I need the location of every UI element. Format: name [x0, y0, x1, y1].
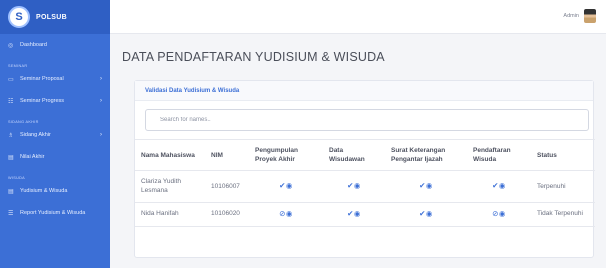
verify-view-icon[interactable]: ✔◉ [419, 181, 433, 190]
seminar-proposal-icon: ▭ [8, 76, 14, 83]
cell-data: ✔◉ [323, 170, 385, 203]
user-name: Admin [563, 13, 579, 19]
yudisium-wisuda-icon: ▤ [8, 188, 14, 195]
seminar-progress-icon: ☷ [8, 98, 14, 105]
sidebar-item-label: Sidang Akhir [20, 132, 51, 138]
cell-nama: Nida Hanifah [135, 202, 205, 227]
search-input[interactable] [145, 109, 589, 131]
sidang-akhir-icon: ♗ [8, 132, 14, 139]
cell-daftar: ✔◉ [467, 170, 531, 203]
validation-table: Nama Mahasiswa NIM Pengumpulan Proyek Ak… [135, 139, 595, 227]
col-surat: Surat Keterangan Pengantar Ijazah [385, 139, 467, 171]
chevron-right-icon: › [100, 132, 102, 138]
col-data-wisudawan: Data Wisudawan [323, 139, 385, 171]
col-nim: NIM [205, 139, 249, 171]
table-row: Nida Hanifah 10106020 ⊘◉ ✔◉ ✔◉ ⊘◉ Tidak Terpen… [135, 202, 595, 227]
cell-nama: Clariza Yudith Lesmana [135, 170, 205, 203]
sidebar-section-label: WISUDA [8, 176, 25, 180]
sidebar-item-label: Yudisium & Wisuda [20, 188, 68, 194]
verify-view-icon[interactable]: ✔◉ [347, 209, 361, 218]
cell-surat: ✔◉ [385, 170, 467, 203]
user-menu[interactable]: Admin [563, 9, 596, 23]
sidebar-item[interactable]: ☷ Seminar Progress › [0, 90, 110, 112]
cell-proyek: ⊘◉ [249, 202, 323, 227]
sidebar-menu: ◎ Dashboard SEMINAR ▭ Seminar Proposal › ☷ Semi… [0, 34, 110, 224]
card-title: Validasi Data Yudisium & Wisuda [135, 81, 593, 101]
nilai-akhir-icon: ▤ [8, 154, 14, 161]
chevron-right-icon: › [100, 98, 102, 104]
verify-view-icon[interactable]: ⊘◉ [279, 209, 293, 218]
cell-nim: 10106007 [205, 170, 249, 203]
col-proyek: Pengumpulan Proyek Akhir [249, 139, 323, 171]
page-title: DATA PENDAFTARAN YUDISIUM & WISUDA [122, 50, 385, 64]
col-nama: Nama Mahasiswa [135, 139, 205, 171]
table-row: Clariza Yudith Lesmana 10106007 ✔◉ ✔◉ ✔◉ ✔◉ Te… [135, 170, 595, 203]
cell-status: Terpenuhi [531, 170, 595, 203]
cell-proyek: ✔◉ [249, 170, 323, 203]
chevron-right-icon: › [100, 76, 102, 82]
sidebar-item[interactable]: ▤ Yudisium & Wisuda [0, 180, 110, 202]
sidebar-item[interactable]: ▭ Seminar Proposal › [0, 68, 110, 90]
cell-surat: ✔◉ [385, 202, 467, 227]
table-header-row: Nama Mahasiswa NIM Pengumpulan Proyek Ak… [135, 139, 595, 171]
sidebar-item[interactable]: ☰ Report Yudisium & Wisuda [0, 202, 110, 224]
col-pendaftaran: Pendaftaran Wisuda [467, 139, 531, 171]
sidebar-item-label: Seminar Proposal [20, 76, 64, 82]
cell-status: Tidak Terpenuhi [531, 202, 595, 227]
validation-card: Validasi Data Yudisium & Wisuda Nama Mah… [134, 80, 595, 258]
brand-name: POLSUB [36, 13, 67, 21]
sidebar-item-label: Report Yudisium & Wisuda [20, 210, 86, 216]
sidebar: S POLSUB ◎ Dashboard SEMINAR ▭ Seminar Propo… [0, 0, 110, 268]
col-status: Status [531, 139, 595, 171]
dashboard-icon: ◎ [8, 42, 14, 49]
verify-view-icon[interactable]: ✔◉ [492, 181, 506, 190]
sidebar-section-label: SIDANG AKHIR [8, 120, 39, 124]
report-icon: ☰ [8, 210, 14, 217]
cell-data: ✔◉ [323, 202, 385, 227]
sidebar-item-label: Nilai Akhir [20, 154, 45, 160]
topbar: Admin [110, 0, 606, 34]
polsub-logo-icon: S [8, 6, 30, 28]
sidebar-section-label: SEMINAR [8, 64, 28, 68]
brand[interactable]: S POLSUB [0, 0, 110, 34]
avatar[interactable] [584, 9, 596, 23]
cell-daftar: ⊘◉ [467, 202, 531, 227]
sidebar-item[interactable]: ▤ Nilai Akhir [0, 146, 110, 168]
verify-view-icon[interactable]: ⊘◉ [492, 209, 506, 218]
cell-nim: 10106020 [205, 202, 249, 227]
sidebar-item-label: Dashboard [20, 42, 47, 48]
sidebar-item[interactable]: ♗ Sidang Akhir › [0, 124, 110, 146]
sidebar-item[interactable]: ◎ Dashboard [0, 34, 110, 56]
verify-view-icon[interactable]: ✔◉ [419, 209, 433, 218]
verify-view-icon[interactable]: ✔◉ [279, 181, 293, 190]
sidebar-item-label: Seminar Progress [20, 98, 65, 104]
verify-view-icon[interactable]: ✔◉ [347, 181, 361, 190]
